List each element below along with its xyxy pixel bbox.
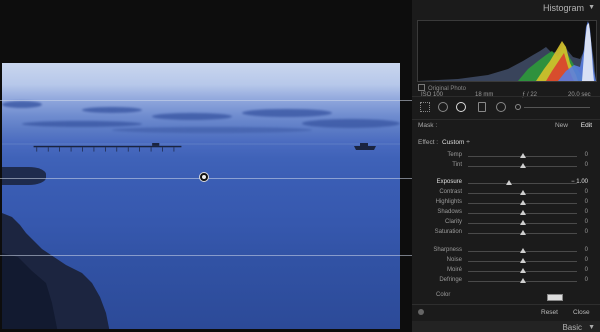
close-button[interactable]: Close xyxy=(573,309,590,316)
color-row: Color xyxy=(412,291,600,301)
mask-row: Mask : New Edit xyxy=(412,119,600,133)
slider-thumb[interactable] xyxy=(519,153,526,158)
slider-value: 0 xyxy=(584,209,588,215)
crop-overlay-icon[interactable] xyxy=(420,102,430,112)
slider-row[interactable]: Saturation 0 xyxy=(412,228,600,238)
photo-canvas[interactable] xyxy=(2,63,400,329)
grad-guide-line[interactable] xyxy=(0,255,412,256)
slider-row[interactable]: Tint 0 xyxy=(412,161,600,171)
slider-thumb[interactable] xyxy=(519,190,526,195)
slider-value: 0 xyxy=(584,247,588,253)
slider-thumb[interactable] xyxy=(519,248,526,253)
slider-thumb[interactable] xyxy=(519,268,526,273)
slider-row[interactable]: Exposure − 1.00 xyxy=(412,178,600,188)
slider-value: 0 xyxy=(584,199,588,205)
slider-value: 0 xyxy=(584,229,588,235)
slider-value: 0 xyxy=(584,162,588,168)
brush-icon[interactable] xyxy=(515,104,521,110)
basic-title: Basic xyxy=(562,323,582,332)
slider-label: Temp xyxy=(447,152,462,158)
histogram-title: Histogram xyxy=(542,3,584,13)
color-label: Color xyxy=(436,292,451,298)
gradient-pin[interactable] xyxy=(199,172,209,182)
slider-label: Contrast xyxy=(439,189,462,195)
slider-thumb[interactable] xyxy=(519,230,526,235)
mask-edit-button[interactable]: Edit xyxy=(581,122,592,129)
slider-row[interactable]: Temp 0 xyxy=(412,151,600,161)
color-swatch[interactable] xyxy=(547,294,563,301)
effect-preset-select[interactable]: Custom ÷ xyxy=(442,139,470,146)
slider-thumb[interactable] xyxy=(519,278,526,283)
mask-new-button[interactable]: New xyxy=(555,122,568,129)
slider-row[interactable]: Sharpness 0 xyxy=(412,246,600,256)
slider-value: − 1.00 xyxy=(571,179,588,185)
tool-slider-track[interactable] xyxy=(524,107,590,108)
slider-value: 0 xyxy=(584,219,588,225)
slider-value: 0 xyxy=(584,277,588,283)
slider-label: Noise xyxy=(446,257,462,263)
slider-row[interactable]: Highlights 0 xyxy=(412,198,600,208)
slider-label: Exposure xyxy=(436,179,462,185)
slider-row[interactable]: Clarity 0 xyxy=(412,218,600,228)
histogram-graph xyxy=(418,21,596,81)
cloud xyxy=(22,121,142,127)
cloud xyxy=(112,127,312,133)
checkbox[interactable] xyxy=(418,84,425,91)
slider-thumb[interactable] xyxy=(519,258,526,263)
power-toggle-icon[interactable] xyxy=(418,309,424,315)
rocks xyxy=(2,213,110,329)
pier xyxy=(33,143,182,152)
original-photo-label: Original Photo xyxy=(428,86,467,92)
collapse-arrow-icon[interactable]: ▼ xyxy=(588,324,595,331)
cloud xyxy=(82,107,142,113)
radial-filter-icon[interactable] xyxy=(496,102,506,112)
basic-panel-header[interactable]: Basic ▼ xyxy=(412,321,600,332)
slider-value: 0 xyxy=(584,257,588,263)
slider-label: Moiré xyxy=(446,267,462,273)
red-eye-icon[interactable] xyxy=(456,102,466,112)
slider-value: 0 xyxy=(584,152,588,158)
slider-row[interactable]: Noise 0 xyxy=(412,256,600,266)
slider-label: Tint xyxy=(452,162,462,168)
slider-label: Defringe xyxy=(439,277,462,283)
grad-guide-line[interactable] xyxy=(0,100,412,101)
slider-row[interactable]: Contrast 0 xyxy=(412,188,600,198)
slider-thumb[interactable] xyxy=(519,200,526,205)
slider-thumb[interactable] xyxy=(519,210,526,215)
panel-footer: Reset Close xyxy=(412,304,600,321)
effect-row: Effect : Custom ÷ xyxy=(412,137,600,149)
original-photo-toggle[interactable]: Original Photo xyxy=(418,84,466,92)
slider-label: Highlights xyxy=(435,199,462,205)
slider-label: Shadows xyxy=(437,209,462,215)
slider-track[interactable] xyxy=(468,183,577,184)
ship xyxy=(354,143,376,150)
slider-row[interactable]: Moiré 0 xyxy=(412,266,600,276)
slider-row[interactable]: Defringe 0 xyxy=(412,276,600,286)
tool-strip xyxy=(412,96,600,120)
graduated-filter-icon[interactable] xyxy=(478,102,486,112)
cloud xyxy=(2,101,42,108)
collapse-arrow-icon[interactable]: ▼ xyxy=(588,4,595,11)
cloud xyxy=(302,119,400,128)
spot-removal-icon[interactable] xyxy=(438,102,448,112)
slider-thumb[interactable] xyxy=(505,180,512,185)
cloud xyxy=(152,113,232,120)
reset-button[interactable]: Reset xyxy=(541,309,558,316)
effect-label: Effect : xyxy=(418,139,439,146)
slider-thumb[interactable] xyxy=(519,163,526,168)
rocks xyxy=(2,167,46,185)
slider-value: 0 xyxy=(584,267,588,273)
mask-label: Mask : xyxy=(418,122,438,129)
histogram: ISO 100 18 mm ƒ / 22 20.0 sec xyxy=(417,20,597,98)
cloud xyxy=(242,109,332,117)
histogram-header[interactable]: Histogram ▼ xyxy=(412,0,600,16)
slider-label: Sharpness xyxy=(433,247,462,253)
slider-row[interactable]: Shadows 0 xyxy=(412,208,600,218)
slider-label: Saturation xyxy=(434,229,462,235)
slider-value: 0 xyxy=(584,189,588,195)
develop-panel: Histogram ▼ ISO 100 18 mm ƒ / 22 20.0 se… xyxy=(412,0,600,332)
slider-label: Clarity xyxy=(444,219,462,225)
slider-thumb[interactable] xyxy=(519,220,526,225)
